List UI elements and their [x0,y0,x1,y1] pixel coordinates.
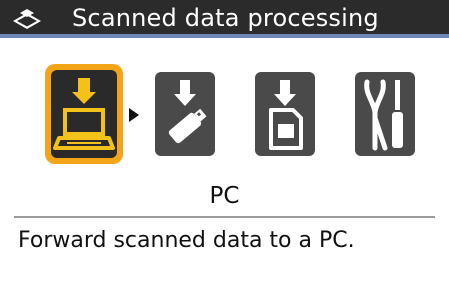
tools-icon [364,79,403,151]
pc-laptop-icon [51,70,117,158]
selected-function-name: PC [209,183,240,209]
selection-arrow-icon [129,108,139,122]
screen-title: Scanned data processing [72,4,379,32]
title-bar: Scanned data processing [0,0,449,38]
divider [14,216,435,218]
memory-card-function-button[interactable] [255,72,315,156]
usb-function-button[interactable] [155,72,215,156]
scanner-icon [13,9,41,29]
pc-function-button[interactable] [45,64,123,164]
settings-function-button[interactable] [355,72,415,156]
usb-flash-drive-icon [168,80,207,144]
function-selector [0,64,449,174]
memory-card-icon [269,80,303,150]
function-description: Forward scanned data to a PC. [18,228,355,253]
